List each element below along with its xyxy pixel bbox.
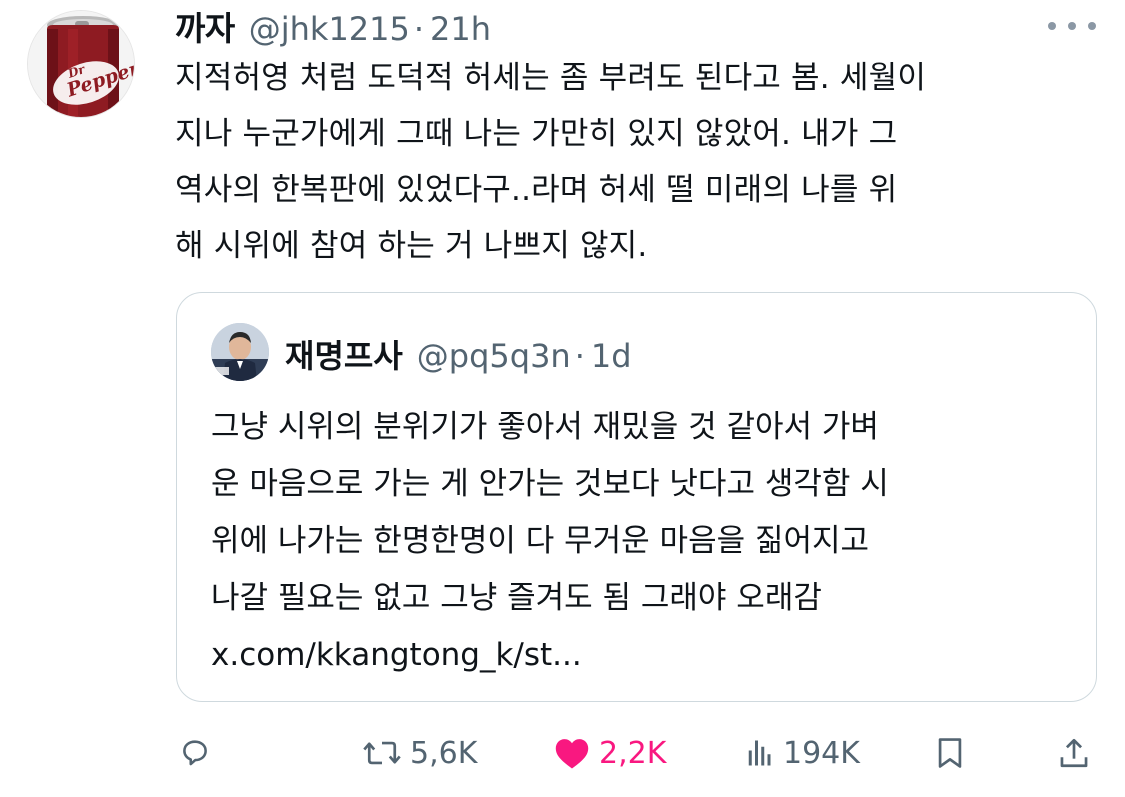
like-button[interactable]: 2,2K [553,728,666,778]
retweet-icon [363,741,401,765]
quoted-text-line: 나갈 필요는 없고 그냥 즐겨도 됨 그래야 오래감 [211,580,822,616]
quoted-tweet-link[interactable]: x.com/kkangtong_k/st... [211,627,1071,684]
quoted-author-handle: @pq5q3n [416,337,571,375]
quoted-tweet[interactable]: 재명프사 @pq5q3n · 1d 그냥 시위의 분위기가 좋아서 재밌을 것 … [176,292,1097,702]
share-icon [1060,738,1088,768]
quoted-author-avatar[interactable] [211,323,269,381]
author-handle[interactable]: @jhk1215 [249,10,410,48]
quoted-header-separator: · [574,337,585,375]
tweet-text-line: 해 시위에 참여 하는 거 나쁘지 않지. [175,228,648,264]
quoted-text-line: 위에 나가는 한명한명이 다 무거운 마음을 짊어지고 [211,523,870,559]
views-count: 194K [783,735,860,771]
views-chart-icon [748,740,771,766]
tweet-text: 지적허영 처럼 도덕적 허세는 좀 부려도 된다고 봄. 세월이 지나 누군가에… [175,50,1095,274]
tweet-header: 까자 @jhk1215 · 21h [175,2,491,48]
like-count: 2,2K [599,735,667,771]
action-bar: 5,6K 2,2K 194K [0,728,1125,778]
retweet-button[interactable]: 5,6K [362,728,477,778]
quoted-tweet-header: 재명프사 @pq5q3n · 1d [285,331,632,377]
quoted-tweet-timestamp: 1d [590,337,632,375]
quoted-text-line: 그냥 시위의 분위기가 좋아서 재밌을 것 같아서 가벼 [211,409,879,445]
header-separator: · [413,10,425,48]
reply-icon [183,740,207,766]
person-photo-image [211,323,269,381]
tweet-text-line: 역사의 한복판에 있었다구..라며 허세 떨 미래의 나를 위 [175,172,898,208]
reply-button[interactable] [178,728,212,778]
bookmark-button[interactable] [933,728,967,778]
tweet-timestamp[interactable]: 21h [430,10,491,48]
quoted-tweet-text: 그냥 시위의 분위기가 좋아서 재밌을 것 같아서 가벼 운 마음으로 가는 게… [211,399,1071,684]
more-options-icon[interactable] [1048,14,1096,38]
views-button[interactable]: 194K [745,728,860,778]
dr-pepper-can-image: Pepper Dr [28,11,134,117]
retweet-count: 5,6K [410,735,478,771]
tweet: Pepper Dr 까자 @jhk1215 · 21h 지적허영 처럼 도덕적 … [0,0,1125,797]
bookmark-icon [938,738,962,768]
heart-filled-icon [555,739,589,769]
quoted-author-display-name: 재명프사 [285,337,403,375]
tweet-text-line: 지나 누군가에게 그때 나는 가만히 있지 않았어. 내가 그 [175,116,898,152]
share-button[interactable] [1057,728,1091,778]
author-display-name[interactable]: 까자 [175,2,235,50]
author-avatar[interactable]: Pepper Dr [27,10,135,118]
tweet-text-line: 지적허영 처럼 도덕적 허세는 좀 부려도 된다고 봄. 세월이 [175,60,927,96]
quoted-text-line: 운 마음으로 가는 게 안가는 것보다 낫다고 생각함 시 [211,466,889,502]
